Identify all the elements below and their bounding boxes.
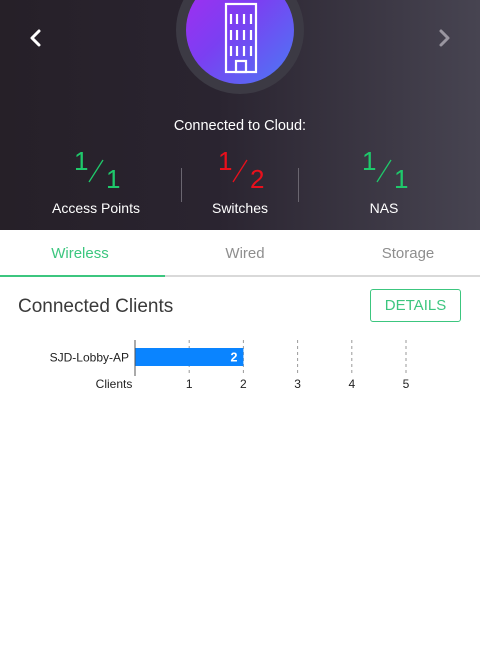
stat-divider (298, 168, 299, 202)
details-button[interactable]: DETAILS (370, 289, 461, 322)
previous-site-button[interactable] (22, 24, 50, 52)
bar (135, 348, 244, 366)
stat-access-points: 1 1 Access Points (36, 148, 156, 218)
tab-active-indicator (0, 275, 165, 277)
switches-fraction: 1 2 (180, 148, 300, 194)
tab-wired[interactable]: Wired (165, 230, 325, 276)
tab-storage[interactable]: Storage (328, 230, 480, 276)
x-tick-label: 4 (348, 377, 355, 391)
fraction-slash-icon (232, 159, 248, 183)
site-avatar (176, 0, 304, 94)
nas-total: 1 (394, 164, 409, 194)
site-avatar-circle (186, 0, 294, 84)
switches-total: 2 (250, 164, 265, 194)
switches-label: Switches (211, 200, 269, 216)
chevron-right-icon (439, 29, 450, 47)
x-tick-label: 3 (294, 377, 301, 391)
dashboard-header: Connected to Cloud: 1 1 Access Points 1 … (0, 0, 480, 230)
connected-clients-chart: 2 SJD-Lobby-AP Clients 1 2 3 4 5 (0, 336, 480, 406)
next-site-button[interactable] (430, 24, 458, 52)
x-axis-label: Clients (96, 377, 133, 391)
fraction-slash-icon (376, 159, 392, 183)
tab-wireless[interactable]: Wireless (0, 230, 160, 276)
x-tick-label: 2 (240, 377, 247, 391)
bar-value-label: 2 (230, 351, 237, 365)
x-tick-label: 5 (403, 377, 410, 391)
stat-switches: 1 2 Switches (180, 148, 300, 218)
fraction-slash-icon (88, 159, 104, 183)
access-points-fraction: 1 1 (36, 148, 156, 194)
access-points-label: Access Points (52, 200, 140, 216)
chevron-left-icon (30, 29, 41, 47)
clients-bar-chart: 2 SJD-Lobby-AP Clients 1 2 3 4 5 (50, 340, 410, 391)
category-label: SJD-Lobby-AP (50, 351, 129, 365)
building-icon (224, 2, 258, 74)
nas-fraction: 1 1 (324, 148, 444, 194)
access-points-total: 1 (106, 164, 121, 194)
section-title: Connected Clients (18, 296, 174, 317)
tab-bar: Wireless Wired Storage (0, 230, 480, 278)
nas-label: NAS (369, 200, 399, 216)
x-tick-label: 1 (186, 377, 193, 391)
stat-nas: 1 1 NAS (324, 148, 444, 218)
cloud-status-label: Connected to Cloud: (173, 118, 307, 134)
